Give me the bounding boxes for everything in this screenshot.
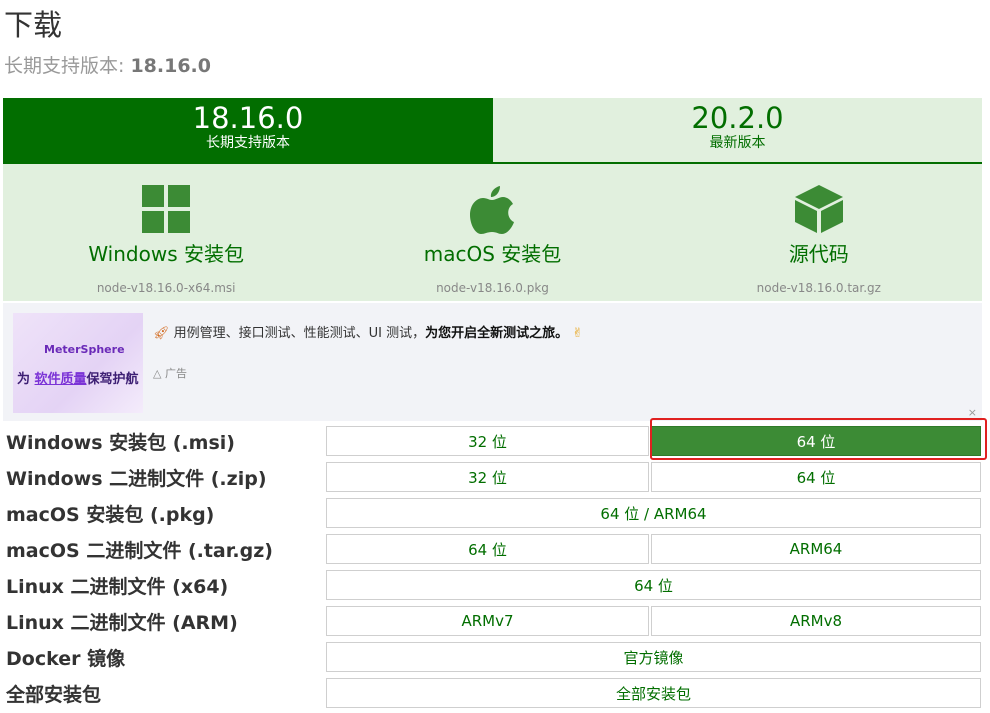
table-row: Windows 二进制文件 (.zip) 32 位 64 位 <box>0 460 985 496</box>
card-source-file: node-v18.16.0.tar.gz <box>756 281 881 295</box>
ad-brand: MeterSphere <box>44 343 125 356</box>
apple-icon <box>470 184 515 234</box>
selection-highlight <box>650 418 987 460</box>
ad-slogan-c: 保驾护航 <box>86 372 139 387</box>
version-tabs: 18.16.0 长期支持版本 20.2.0 最新版本 <box>3 98 982 165</box>
ad-image[interactable]: MeterSphere 为 软件质量保驾护航 <box>13 313 143 413</box>
download-link[interactable]: 64 位 <box>326 570 981 600</box>
ad-slogan-b: 软件质量 <box>34 372 87 387</box>
download-link[interactable]: 全部安装包 <box>326 678 981 708</box>
windows-icon <box>142 184 191 234</box>
tab-lts-version: 18.16.0 <box>192 101 304 135</box>
card-source-code[interactable]: 源代码 node-v18.16.0.tar.gz <box>656 164 982 301</box>
download-link[interactable]: 64 位 <box>651 462 981 492</box>
ad-text-bold: 为您开启全新测试之旅。 <box>425 326 569 341</box>
row-label: Windows 二进制文件 (.zip) <box>6 468 267 490</box>
table-row: Linux 二进制文件 (ARM) ARMv7 ARMv8 <box>0 604 985 640</box>
card-macos-file: node-v18.16.0.pkg <box>436 281 549 295</box>
table-row: 全部安装包 全部安装包 <box>0 676 985 712</box>
card-windows-file: node-v18.16.0-x64.msi <box>96 281 236 295</box>
row-label: Windows 安装包 (.msi) <box>6 432 235 454</box>
ad-triangle-icon: △ <box>153 367 162 380</box>
card-windows-installer[interactable]: Windows 安装包 node-v18.16.0-x64.msi <box>3 164 329 301</box>
box-icon <box>794 184 844 234</box>
card-macos-title: macOS 安装包 <box>423 242 562 266</box>
download-link[interactable]: 64 位 <box>326 534 649 564</box>
row-label: macOS 安装包 (.pkg) <box>6 504 215 526</box>
download-link[interactable]: ARMv7 <box>326 606 649 636</box>
subtitle-version: 18.16.0 <box>130 55 211 77</box>
table-row: Docker 镜像 官方镜像 <box>0 640 985 676</box>
hand-icon: ✌ <box>572 326 584 341</box>
row-label: Linux 二进制文件 (ARM) <box>6 612 238 634</box>
advertisement[interactable]: MeterSphere 为 软件质量保驾护航 🚀︎ 用例管理、接口测试、性能测试… <box>3 303 982 421</box>
table-row: macOS 安装包 (.pkg) 64 位 / ARM64 <box>0 496 985 532</box>
ad-text-prefix: 用例管理、接口测试、性能测试、UI 测试， <box>173 326 426 341</box>
subtitle-prefix: 长期支持版本: <box>4 55 125 77</box>
download-link[interactable]: 官方镜像 <box>326 642 981 672</box>
row-label: macOS 二进制文件 (.tar.gz) <box>6 540 273 562</box>
page-title: 下载 <box>4 8 63 42</box>
rocket-icon: 🚀︎ <box>153 326 170 341</box>
ad-label: △ 广告 <box>153 365 187 381</box>
table-row: Linux 二进制文件 (x64) 64 位 <box>0 568 985 604</box>
tab-current[interactable]: 20.2.0 最新版本 <box>493 98 982 162</box>
card-macos-installer[interactable]: macOS 安装包 node-v18.16.0.pkg <box>329 164 655 301</box>
download-link[interactable]: 32 位 <box>326 462 649 492</box>
ad-slogan-a: 为 <box>17 372 35 387</box>
download-link[interactable]: ARMv8 <box>651 606 981 636</box>
table-row: macOS 二进制文件 (.tar.gz) 64 位 ARM64 <box>0 532 985 568</box>
ad-slogan: 为 软件质量保驾护航 <box>17 368 139 387</box>
row-label: 全部安装包 <box>6 684 102 706</box>
row-label: Linux 二进制文件 (x64) <box>6 576 229 598</box>
lts-subtitle: 长期支持版本: 18.16.0 <box>4 51 211 78</box>
card-source-title: 源代码 <box>788 242 849 266</box>
download-cards: Windows 安装包 node-v18.16.0-x64.msi macOS … <box>3 164 982 301</box>
tab-current-version: 20.2.0 <box>691 101 784 135</box>
download-link[interactable]: 64 位 / ARM64 <box>326 498 981 528</box>
tab-current-label: 最新版本 <box>709 135 766 151</box>
card-windows-title: Windows 安装包 <box>88 242 244 266</box>
tab-lts-label: 长期支持版本 <box>206 135 290 151</box>
ad-label-text: 广告 <box>164 367 187 380</box>
ad-text[interactable]: 🚀︎ 用例管理、接口测试、性能测试、UI 测试，为您开启全新测试之旅。 ✌ <box>153 322 583 341</box>
download-link[interactable]: ARM64 <box>651 534 981 564</box>
tab-lts[interactable]: 18.16.0 长期支持版本 <box>3 98 493 162</box>
download-link[interactable]: 32 位 <box>326 426 649 456</box>
row-label: Docker 镜像 <box>6 648 126 670</box>
